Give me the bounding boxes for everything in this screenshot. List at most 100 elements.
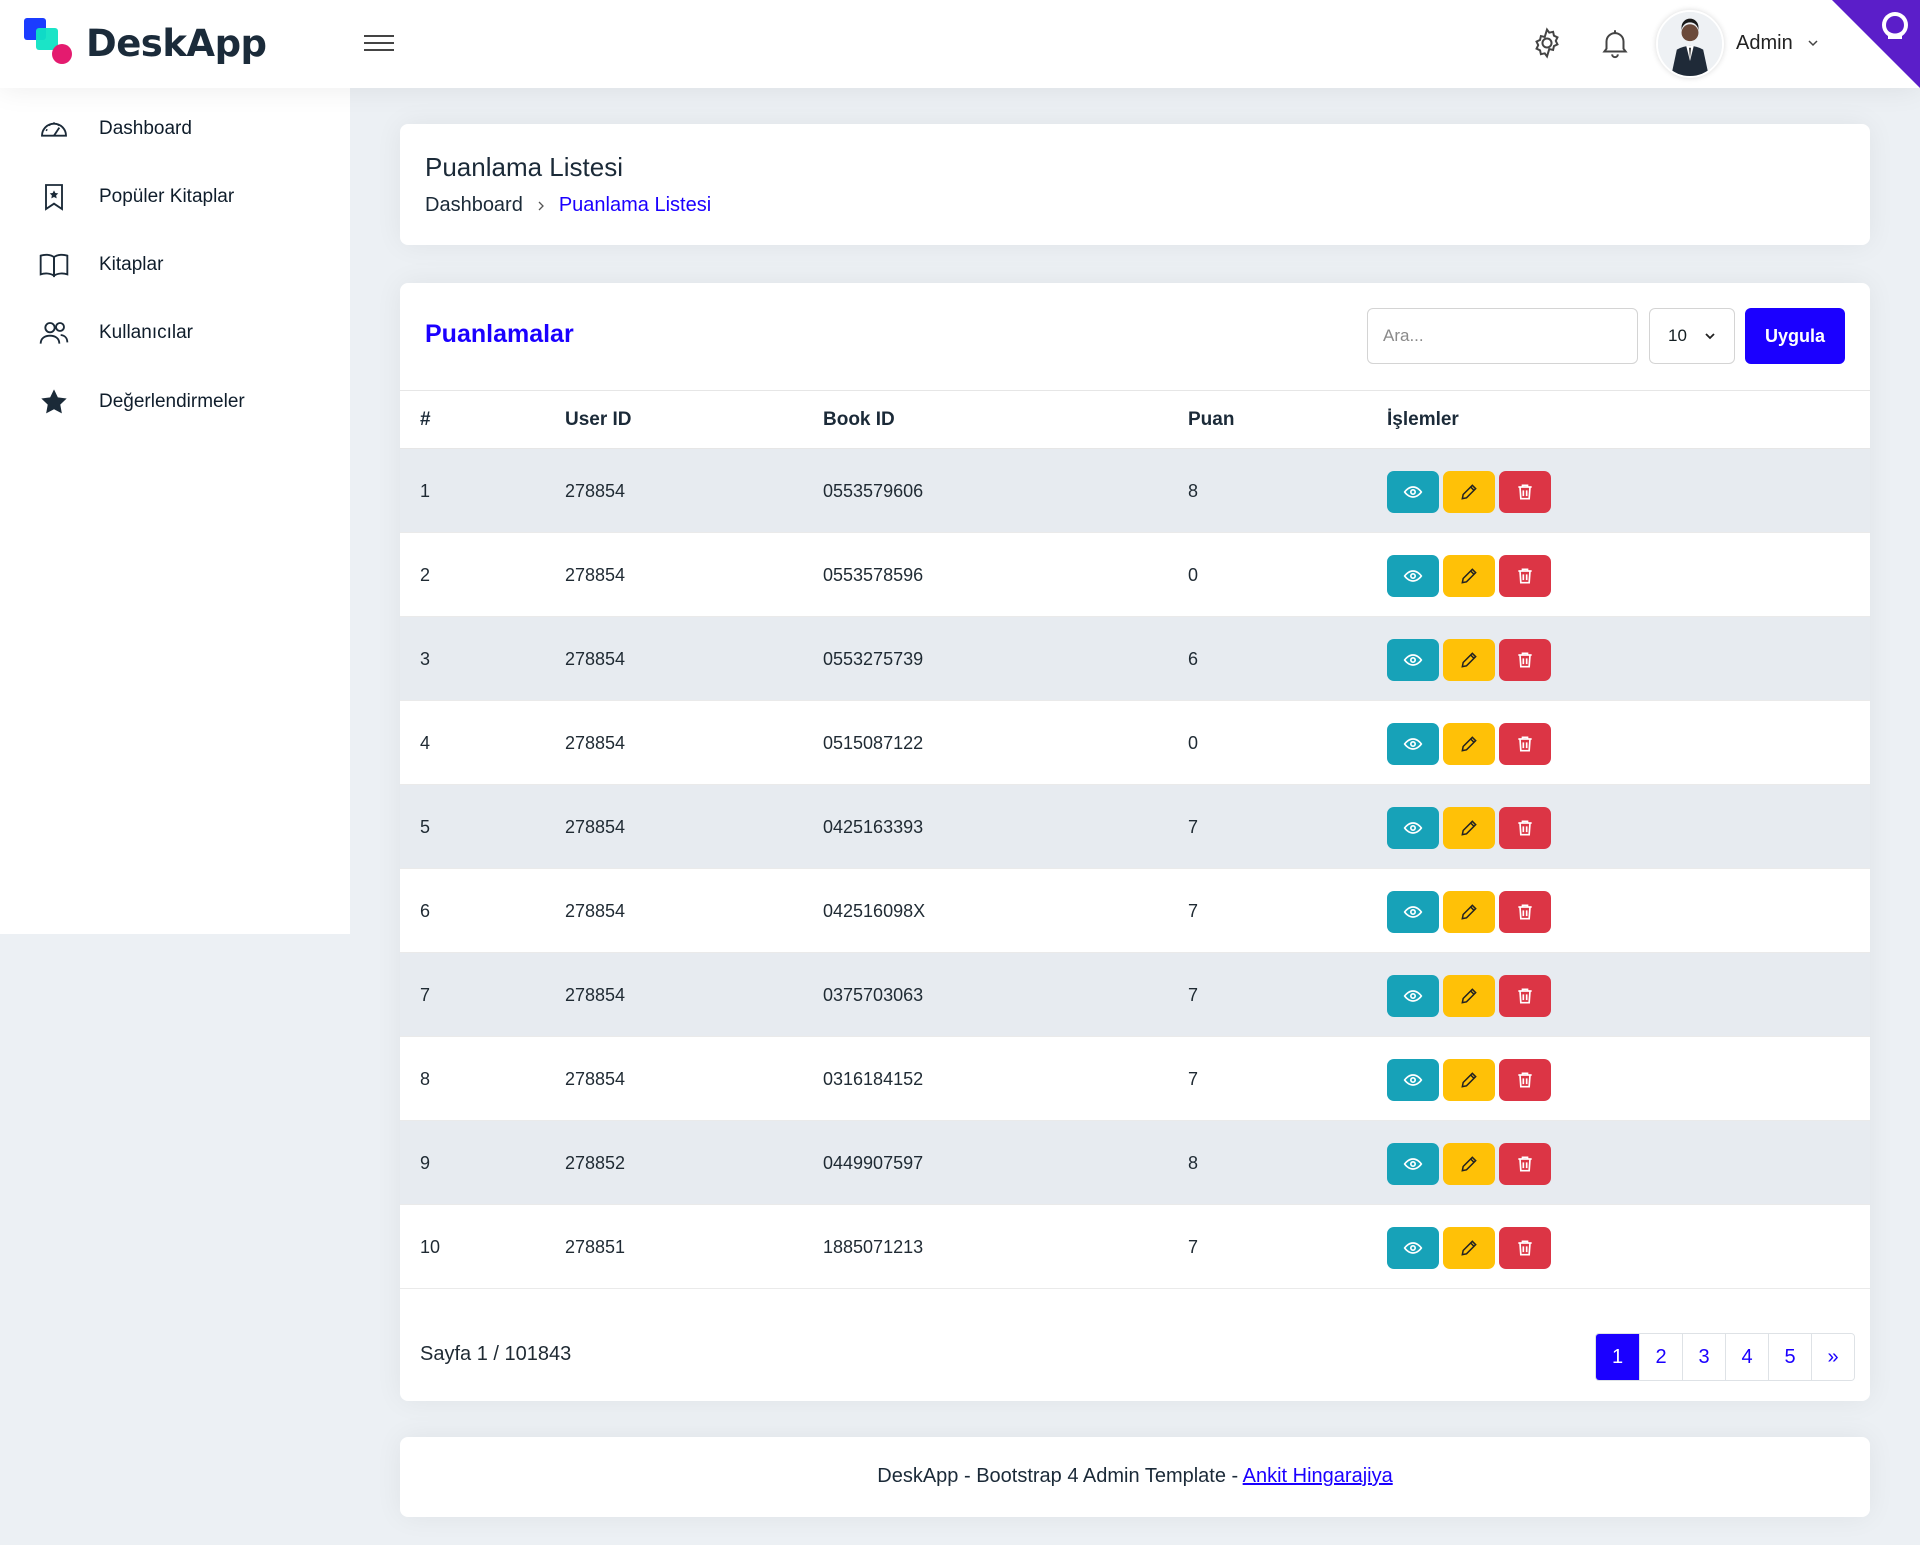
column-header-book-id: Book ID [823, 409, 895, 430]
page-info: Sayfa 1 / 101843 [420, 1343, 572, 1365]
book-open-icon [39, 253, 69, 278]
page-button[interactable]: 4 [1725, 1334, 1768, 1380]
bell-icon[interactable] [1598, 26, 1632, 60]
pencil-icon [1459, 650, 1479, 670]
edit-button[interactable] [1443, 555, 1495, 597]
brand-logo[interactable]: DeskApp [24, 18, 267, 68]
edit-button[interactable] [1443, 1059, 1495, 1101]
per-page-select[interactable]: 10 [1649, 308, 1735, 364]
delete-button[interactable] [1499, 639, 1551, 681]
breadcrumb: Dashboard Puanlama Listesi [425, 194, 711, 217]
delete-button[interactable] [1499, 1143, 1551, 1185]
delete-button[interactable] [1499, 1059, 1551, 1101]
search-input[interactable] [1367, 308, 1638, 364]
pencil-icon [1459, 1154, 1479, 1174]
github-corner-icon[interactable] [1832, 0, 1920, 88]
view-button[interactable] [1387, 1143, 1439, 1185]
eye-icon [1403, 1070, 1423, 1090]
edit-button[interactable] [1443, 807, 1495, 849]
sidebar-item-popular-books[interactable]: Popüler Kitaplar [0, 170, 350, 224]
view-button[interactable] [1387, 891, 1439, 933]
edit-button[interactable] [1443, 639, 1495, 681]
delete-button[interactable] [1499, 1227, 1551, 1269]
pagination: 1 2 3 4 5 » [1595, 1333, 1855, 1381]
view-button[interactable] [1387, 975, 1439, 1017]
delete-button[interactable] [1499, 471, 1551, 513]
view-button[interactable] [1387, 1059, 1439, 1101]
page-button[interactable]: 2 [1639, 1334, 1682, 1380]
trash-icon [1515, 1070, 1535, 1090]
delete-button[interactable] [1499, 975, 1551, 1017]
cell-rating: 0 [1188, 565, 1199, 585]
cell-user-id: 278852 [565, 1153, 626, 1173]
cell-rating: 7 [1188, 817, 1199, 837]
sidebar-item-users[interactable]: Kullanıcılar [0, 306, 350, 360]
gear-icon[interactable] [1530, 26, 1564, 60]
eye-icon [1403, 482, 1423, 502]
eye-icon [1403, 1154, 1423, 1174]
page-button[interactable]: 3 [1682, 1334, 1725, 1380]
page-button[interactable]: 1 [1596, 1334, 1639, 1380]
delete-button[interactable] [1499, 723, 1551, 765]
logo-icon [24, 18, 76, 68]
pencil-icon [1459, 566, 1479, 586]
table-row: 3 278854 0553275739 6 [400, 617, 1870, 701]
cell-book-id: 042516098X [823, 901, 926, 921]
delete-button[interactable] [1499, 555, 1551, 597]
breadcrumb-home-link[interactable]: Dashboard [425, 194, 523, 217]
breadcrumb-active: Puanlama Listesi [558, 194, 712, 216]
eye-icon [1403, 1238, 1423, 1258]
page-button[interactable]: 5 [1768, 1334, 1811, 1380]
view-button[interactable] [1387, 807, 1439, 849]
edit-button[interactable] [1443, 891, 1495, 933]
cell-number: 9 [420, 1153, 431, 1173]
view-button[interactable] [1387, 639, 1439, 681]
column-header-number: # [420, 409, 431, 430]
top-header: DeskApp Admin [0, 0, 1920, 88]
sidebar-item-dashboard[interactable]: Dashboard [0, 102, 350, 156]
cell-book-id: 0553579606 [823, 481, 924, 501]
chevron-down-icon[interactable] [1806, 36, 1820, 50]
edit-button[interactable] [1443, 471, 1495, 513]
cell-book-id: 1885071213 [823, 1237, 924, 1257]
user-name[interactable]: Admin [1736, 32, 1793, 55]
sidebar-item-label: Kitaplar [99, 254, 164, 275]
footer-author-link[interactable]: Ankit Hingarajiya [1243, 1465, 1393, 1487]
view-button[interactable] [1387, 723, 1439, 765]
pencil-icon [1459, 734, 1479, 754]
sidebar-item-ratings[interactable]: Değerlendirmeler [0, 375, 350, 429]
footer: DeskApp - Bootstrap 4 Admin Template - A… [400, 1437, 1870, 1517]
edit-button[interactable] [1443, 723, 1495, 765]
hamburger-menu-icon[interactable] [364, 30, 394, 56]
footer-label: DeskApp - Bootstrap 4 Admin Template - [877, 1465, 1243, 1487]
sidebar-item-books[interactable]: Kitaplar [0, 238, 350, 292]
apply-button[interactable]: Uygula [1745, 308, 1845, 364]
view-button[interactable] [1387, 471, 1439, 513]
cell-user-id: 278854 [565, 817, 626, 837]
trash-icon [1515, 818, 1535, 838]
cell-book-id: 0553578596 [823, 565, 924, 585]
edit-button[interactable] [1443, 1143, 1495, 1185]
next-page-button[interactable]: » [1811, 1334, 1854, 1380]
edit-button[interactable] [1443, 1227, 1495, 1269]
view-button[interactable] [1387, 1227, 1439, 1269]
cell-book-id: 0553275739 [823, 649, 924, 669]
trash-icon [1515, 734, 1535, 754]
view-button[interactable] [1387, 555, 1439, 597]
cell-user-id: 278854 [565, 733, 626, 753]
delete-button[interactable] [1499, 807, 1551, 849]
cell-rating: 7 [1188, 985, 1199, 1005]
table-header: # User ID Book ID Puan İşlemler [400, 390, 1870, 449]
trash-icon [1515, 986, 1535, 1006]
eye-icon [1403, 650, 1423, 670]
sidebar-item-label: Dashboard [99, 118, 192, 139]
cell-number: 10 [420, 1237, 441, 1257]
cell-number: 5 [420, 817, 431, 837]
cell-number: 7 [420, 985, 431, 1005]
avatar[interactable] [1656, 10, 1724, 78]
delete-button[interactable] [1499, 891, 1551, 933]
edit-button[interactable] [1443, 975, 1495, 1017]
cell-user-id: 278854 [565, 1069, 626, 1089]
users-icon [39, 322, 69, 344]
eye-icon [1403, 986, 1423, 1006]
